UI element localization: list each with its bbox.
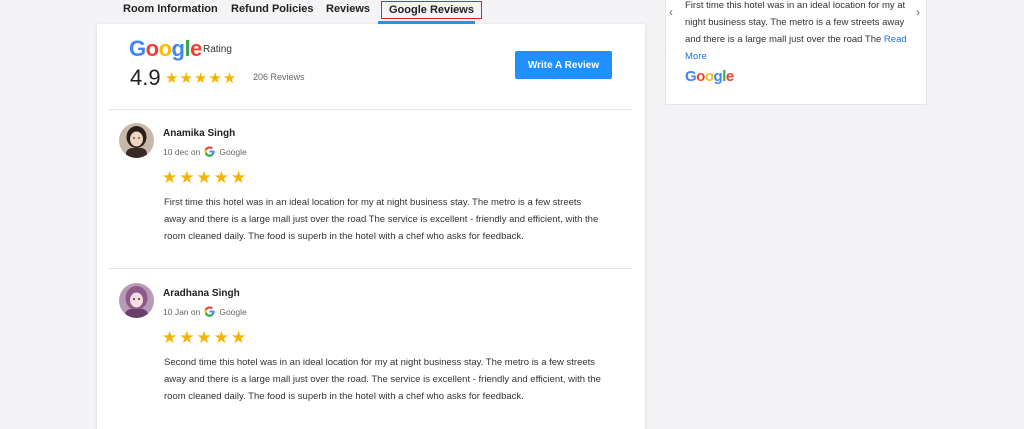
- rating-score: 4.9: [130, 65, 161, 90]
- review-date: 10 dec on: [163, 146, 201, 157]
- chevron-right-icon[interactable]: ›: [916, 5, 920, 19]
- review-source: Google: [219, 146, 247, 157]
- avatar: [119, 283, 154, 318]
- review-date: 10 Jan on: [163, 306, 201, 317]
- write-review-button[interactable]: Write A Review: [515, 51, 612, 79]
- google-g-icon: [204, 306, 215, 317]
- chevron-left-icon[interactable]: ‹: [669, 5, 673, 19]
- reviewer-name: Anamika Singh: [163, 128, 236, 139]
- reviewer-name: Aradhana Singh: [163, 288, 240, 299]
- summary-star-rating: ★★★★★: [165, 70, 238, 87]
- review-source: Google: [219, 306, 247, 317]
- featured-review-card: ‹ First time this hotel was in an ideal …: [665, 0, 927, 105]
- review-star-rating: ★★★★★: [162, 168, 249, 187]
- divider: [109, 109, 633, 110]
- google-g-icon: [204, 146, 215, 157]
- review-item: Anamika Singh 10 dec on Google ★★★★★ Fir…: [119, 123, 619, 273]
- google-reviews-panel: Google Rating 4.9 ★★★★★ 206 Reviews Writ…: [97, 24, 645, 429]
- featured-review-body: First time this hotel was in an ideal lo…: [685, 0, 906, 45]
- divider: [109, 268, 633, 269]
- review-meta: 10 dec on Google: [163, 146, 247, 157]
- tab-bar: Room Information Refund Policies Reviews…: [97, 0, 645, 24]
- review-count: 206 Reviews: [253, 72, 305, 82]
- google-logo: Google: [685, 68, 734, 85]
- tab-google-reviews[interactable]: Google Reviews: [381, 1, 482, 19]
- review-meta: 10 Jan on Google: [163, 306, 247, 317]
- tab-refund-policies[interactable]: Refund Policies: [231, 3, 314, 15]
- avatar: [119, 123, 154, 158]
- review-star-rating: ★★★★★: [162, 328, 249, 347]
- review-text: First time this hotel was in an ideal lo…: [164, 197, 599, 242]
- rating-label: Rating: [203, 44, 232, 55]
- google-logo: Google: [129, 36, 202, 61]
- featured-review-text: First time this hotel was in an ideal lo…: [685, 0, 913, 65]
- review-item: Aradhana Singh 10 Jan on Google ★★★★★ Se…: [119, 283, 619, 429]
- review-text: Second time this hotel was in an ideal l…: [164, 357, 601, 402]
- tab-room-information[interactable]: Room Information: [123, 3, 218, 15]
- tab-reviews[interactable]: Reviews: [326, 3, 370, 15]
